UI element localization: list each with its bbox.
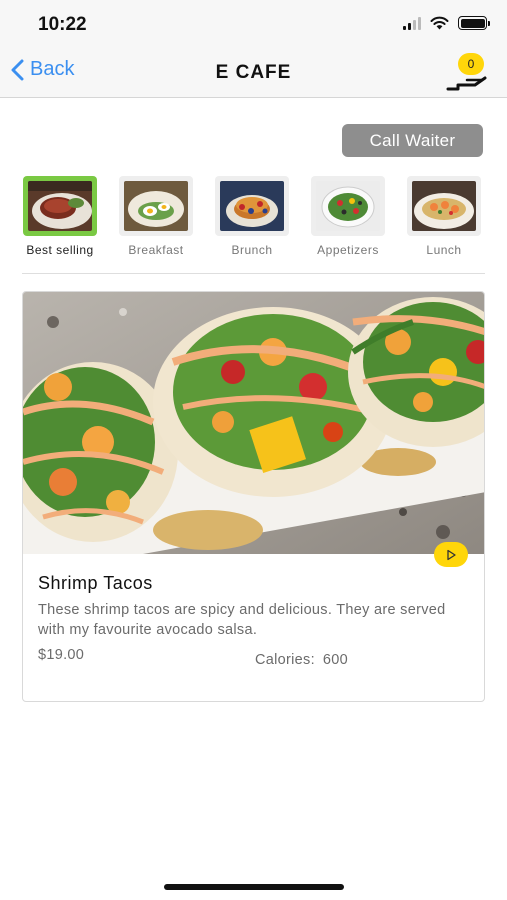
category-thumbnail <box>311 176 385 236</box>
category-label: Best selling <box>26 243 94 257</box>
status-icons <box>403 16 490 30</box>
category-thumbnail <box>407 176 481 236</box>
category-appetizers[interactable]: Appetizers <box>310 176 386 257</box>
home-indicator[interactable] <box>164 884 344 890</box>
category-brunch[interactable]: Brunch <box>214 176 290 257</box>
brunch-image <box>220 181 284 231</box>
battery-icon <box>458 16 490 30</box>
item-title: Shrimp Tacos <box>38 573 153 593</box>
screen: 10:22 Back E CAFE 0 Call Waiter Best sel… <box>0 0 507 900</box>
category-label: Breakfast <box>128 243 184 257</box>
calories-label: Calories: <box>255 652 315 668</box>
page-title: E CAFE <box>215 62 292 83</box>
category-label: Appetizers <box>317 243 379 257</box>
category-thumbnail <box>215 176 289 236</box>
lunch-image <box>412 181 476 231</box>
steak-plate-image <box>28 181 92 231</box>
category-thumbnail <box>119 176 193 236</box>
item-price: $19.00 <box>38 647 85 663</box>
menu-item-card[interactable]: Shrimp Tacos These shrimp tacos are spic… <box>22 291 485 702</box>
category-thumbnail <box>23 176 97 236</box>
play-video-button[interactable] <box>434 542 468 567</box>
status-bar: 10:22 <box>0 0 507 48</box>
item-calories: Calories: 600 <box>255 652 348 668</box>
calories-value: 600 <box>322 652 349 668</box>
category-breakfast[interactable]: Breakfast <box>118 176 194 257</box>
category-best-selling[interactable]: Best selling <box>22 176 98 257</box>
play-icon <box>447 549 456 560</box>
call-waiter-button[interactable]: Call Waiter <box>342 124 483 157</box>
status-time: 10:22 <box>38 14 87 35</box>
shrimp-tacos-image <box>23 292 484 554</box>
cart-button[interactable]: 0 <box>445 53 489 92</box>
waiter-tray-icon <box>446 76 487 91</box>
category-label: Lunch <box>426 243 462 257</box>
nav-bar: Back E CAFE 0 <box>0 48 507 98</box>
signal-icon <box>403 16 421 30</box>
category-bar: Best selling Breakfast Brunch Appetizers… <box>22 176 492 266</box>
appetizers-image <box>316 181 380 231</box>
divider <box>22 273 485 274</box>
item-description: These shrimp tacos are spicy and delicio… <box>38 602 446 638</box>
wifi-icon <box>430 16 449 30</box>
breakfast-image <box>124 181 188 231</box>
category-label: Brunch <box>231 243 273 257</box>
category-lunch[interactable]: Lunch <box>406 176 482 257</box>
